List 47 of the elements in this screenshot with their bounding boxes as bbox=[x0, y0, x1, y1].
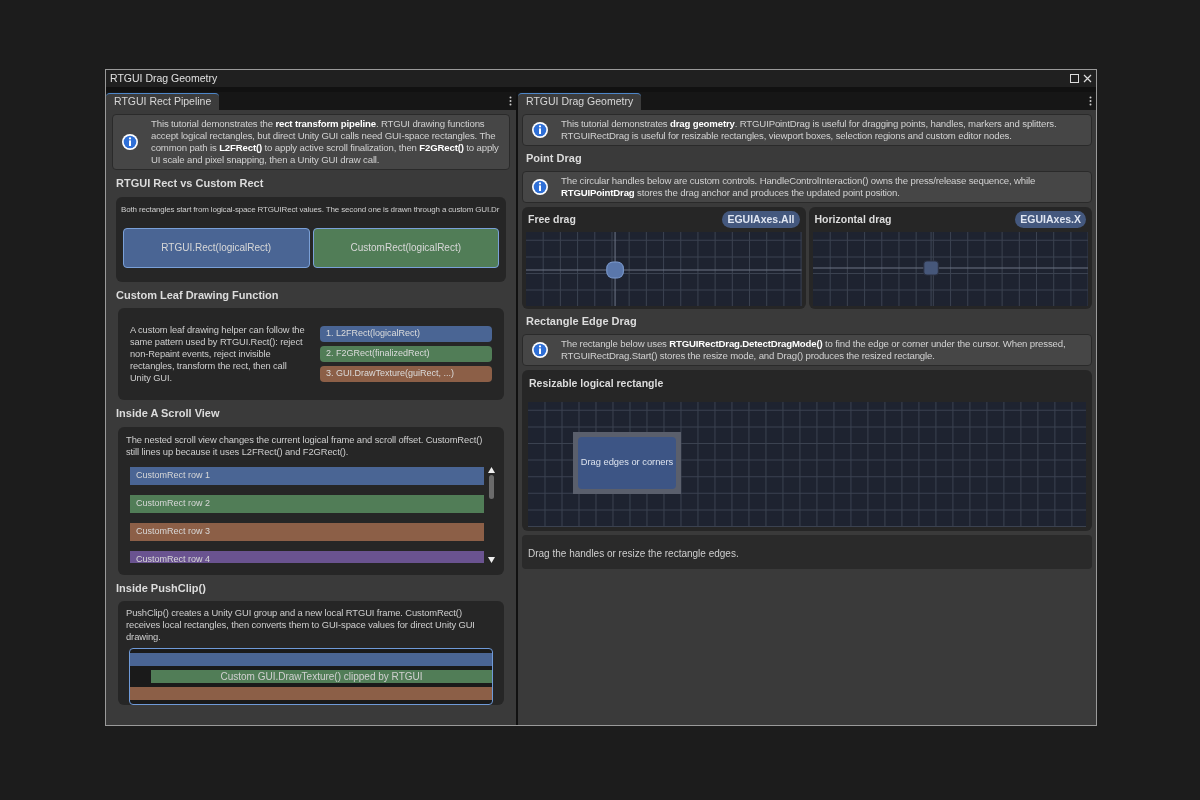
panel-tab[interactable]: RTGUI Drag Geometry bbox=[518, 93, 642, 110]
scroll-row: CustomRect row 4 bbox=[130, 550, 484, 563]
more-icon[interactable] bbox=[1089, 96, 1092, 106]
info-text: This tutorial demonstrates the rect transform pipeline. RTGUI drawing functions accept logical rectangles, but direct Unity GUI calls need GUI-space rectangles. The common path is L2FRect() to apply active scroll finalization, then F2GRect() to apply UI scale and pixel snapping, then a Unity GUI draw call. bbox=[151, 118, 500, 166]
scroll-row: CustomRect row 3 bbox=[130, 522, 484, 541]
drag-handle[interactable] bbox=[606, 261, 624, 279]
axis-badge: EGUIAxes.All bbox=[722, 210, 800, 229]
info-icon bbox=[531, 121, 549, 139]
info-icon bbox=[531, 340, 549, 359]
info-icon bbox=[121, 133, 139, 151]
scroll-row: CustomRect row 2 bbox=[130, 494, 484, 513]
status-text: Drag the handles or resize the rectangle edges. bbox=[528, 547, 739, 559]
scroll-row: CustomRect row 1 bbox=[130, 466, 484, 485]
clipped-bar: Custom GUI.DrawTexture() clipped by RTGUI bbox=[151, 670, 492, 683]
close-icon[interactable] bbox=[1083, 74, 1092, 83]
step-bar: 3. GUI.DrawTexture(guiRect, ...) bbox=[320, 366, 492, 382]
scroll-thumb[interactable] bbox=[489, 474, 494, 499]
section-heading: Custom Leaf Drawing Function bbox=[115, 287, 280, 303]
scrollbar[interactable] bbox=[487, 466, 496, 563]
maximize-icon[interactable] bbox=[1070, 74, 1079, 83]
drag-handle[interactable] bbox=[922, 260, 939, 276]
section-heading: Rectangle Edge Drag bbox=[525, 314, 638, 330]
window-title: RTGUI Drag Geometry bbox=[110, 70, 218, 86]
demo-rect: CustomRect(logicalRect) bbox=[312, 227, 499, 268]
card-title: Horizontal drag bbox=[814, 211, 892, 227]
demo-rect: RTGUI.Rect(logicalRect) bbox=[123, 227, 310, 268]
card-text: Both rectangles start from logical-space RTGUIRect values. The second one is drawn through a custom GUI.Dr bbox=[121, 203, 500, 216]
card-text: PushClip() creates a Unity GUI group and a new local RTGUI frame. CustomRect() receives local rectangles, then converts them to GUI-space values for direct Unity GUI drawing. bbox=[126, 607, 476, 643]
info-icon bbox=[531, 177, 549, 196]
card-title: Resizable logical rectangle bbox=[528, 375, 665, 391]
info-text: The rectangle below uses RTGUIRectDrag.DetectDragMode() to find the edge or corner under the cursor. When pressed, RTGUIRectDrag.Start() stores the resize mode, and Drag() produces the resized rectangle. bbox=[561, 337, 1067, 362]
info-text: This tutorial demonstrates drag geometry. RTGUIPointDrag is useful for dragging points, handles, markers and splitters. RTGUIRectDrag is useful for resizable rectangles, viewport boxes, selection regions and custom editor nodes. bbox=[561, 118, 1058, 142]
card-title: Free drag bbox=[528, 211, 576, 227]
section-heading: Inside A Scroll View bbox=[115, 406, 221, 421]
section-heading: Point Drag bbox=[525, 151, 583, 166]
card-text: The nested scroll view changes the current logical frame and scroll offset. CustomRect() still lines up because it uses L2FRect() and F2GRect(). bbox=[126, 433, 484, 458]
card-text: A custom leaf drawing helper can follow the same pattern used by RTGUI.Rect(): reject non-Repaint events, reject invisible rectangles, transform the rect, then call Unity GUI. bbox=[130, 324, 306, 384]
info-text: The circular handles below are custom controls. HandleControlInteraction() owns the press/release sequence, while RTGUIPointDrag stores the drag anchor and produces the updated point position. bbox=[561, 174, 1037, 199]
step-bar: 1. L2FRect(logicalRect) bbox=[320, 326, 492, 342]
panel-tab[interactable]: RTGUI Rect Pipeline bbox=[106, 93, 220, 110]
scroll-up-icon[interactable] bbox=[488, 466, 495, 473]
section-heading: RTGUI Rect vs Custom Rect bbox=[115, 176, 265, 191]
section-heading: Inside PushClip() bbox=[115, 580, 207, 596]
axis-badge: EGUIAxes.X bbox=[1015, 210, 1086, 229]
more-icon[interactable] bbox=[509, 96, 512, 106]
step-bar: 2. F2GRect(finalizedRect) bbox=[320, 346, 492, 362]
scroll-down-icon[interactable] bbox=[488, 556, 495, 563]
